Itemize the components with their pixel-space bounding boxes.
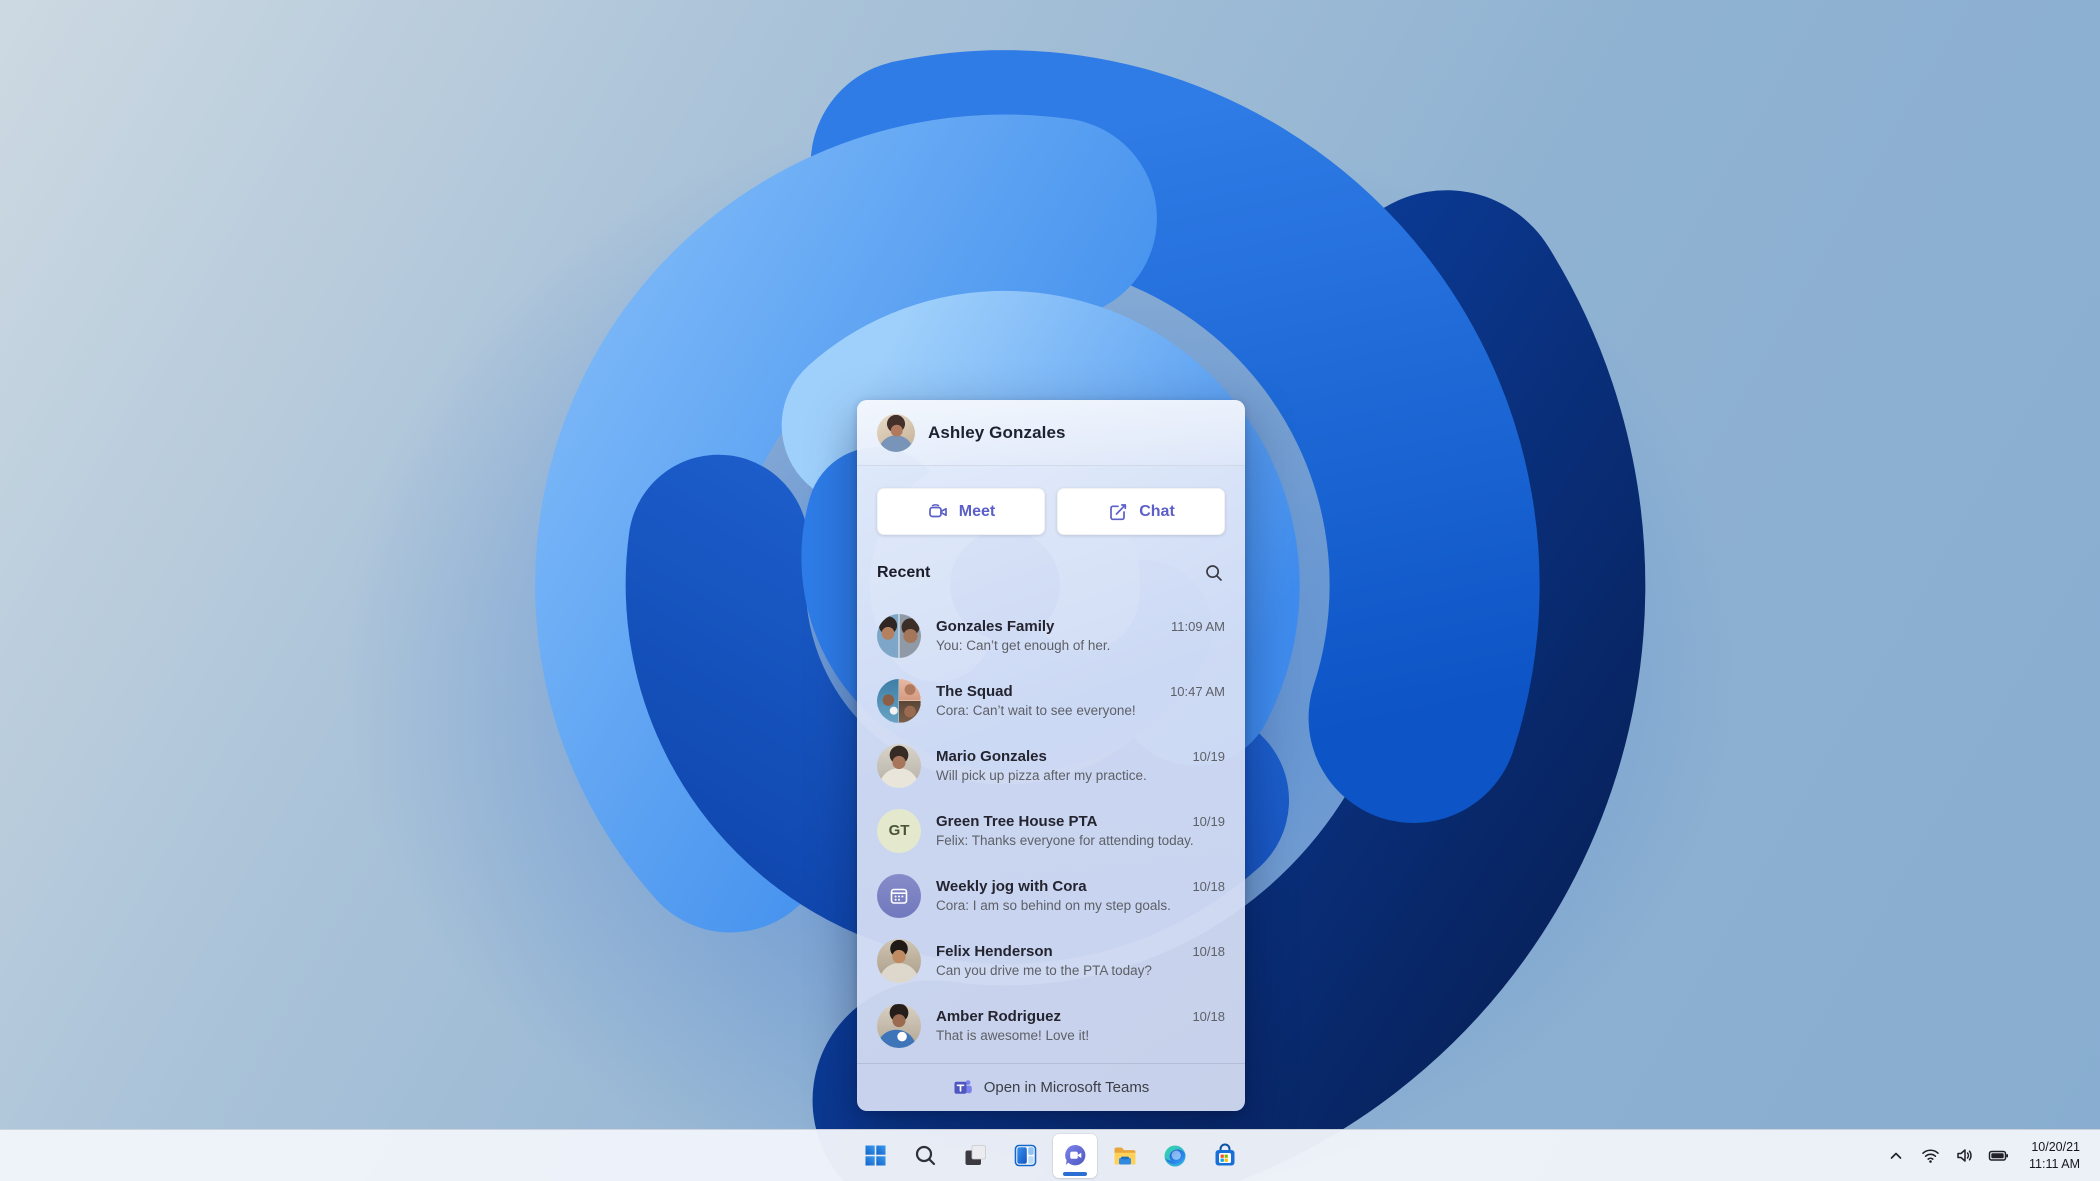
folder-icon	[1114, 1147, 1136, 1164]
conversation-row[interactable]: Amber Rodriguez 10/18 That is awesome! L…	[857, 993, 1245, 1058]
task-view-icon	[965, 1145, 986, 1165]
conversation-preview: Cora: Can’t wait to see everyone!	[936, 703, 1136, 718]
user-name: Ashley Gonzales	[928, 422, 1066, 442]
conversation-name: Green Tree House PTA	[936, 813, 1098, 830]
edge-button[interactable]	[1153, 1134, 1197, 1178]
show-hidden-icons-button[interactable]	[1881, 1136, 1911, 1176]
conversation-row[interactable]: Gonzales Family 11:09 AM You: Can’t get …	[857, 603, 1245, 668]
conversation-preview: Will pick up pizza after my practice.	[936, 768, 1147, 783]
calendar-icon	[890, 888, 908, 904]
teams-chat-flyout: Ashley Gonzales Meet Chat Recent Gonzale…	[857, 400, 1245, 1111]
taskbar-center	[853, 1133, 1247, 1178]
widgets-button[interactable]	[1003, 1134, 1047, 1178]
avatar-initials: GT	[888, 822, 910, 839]
teams-chat-icon	[1064, 1144, 1085, 1166]
conversation-avatar: GT	[877, 808, 921, 853]
conversation-avatar	[877, 743, 921, 788]
conversation-text: Weekly jog with Cora 10/18 Cora: I am so…	[936, 878, 1225, 913]
conversation-time: 10/18	[1192, 879, 1225, 894]
conversation-preview: That is awesome! Love it!	[936, 1028, 1090, 1043]
edge-icon	[1164, 1145, 1186, 1166]
recent-header: Recent	[877, 560, 1225, 586]
recent-label: Recent	[877, 564, 931, 581]
tray-time: 11:11 AM	[2029, 1156, 2080, 1171]
clock[interactable]: 10/20/21 11:11 AM	[2025, 1137, 2084, 1175]
network-status[interactable]	[1915, 1136, 1945, 1176]
meet-button-label: Meet	[958, 502, 996, 520]
conversation-row[interactable]: Mario Gonzales 10/19 Will pick up pizza …	[857, 733, 1245, 798]
conversation-name: Gonzales Family	[936, 618, 1055, 635]
conversation-avatar	[877, 873, 921, 918]
conversation-avatar	[877, 678, 921, 723]
conversation-avatar	[877, 613, 921, 658]
conversation-name: Mario Gonzales	[936, 748, 1047, 765]
conversation-preview: You: Can’t get enough of her.	[936, 638, 1111, 653]
file-explorer-button[interactable]	[1103, 1134, 1147, 1178]
compose-icon	[1110, 503, 1127, 520]
conversation-row[interactable]: GT Green Tree House PTA 10/19 Felix: Tha…	[857, 798, 1245, 863]
teams-chat-button[interactable]	[1053, 1133, 1097, 1178]
conversation-name: The Squad	[936, 683, 1013, 700]
conversation-text: Mario Gonzales 10/19 Will pick up pizza …	[936, 748, 1225, 783]
conversation-time: 10/19	[1192, 814, 1225, 829]
start-button[interactable]	[853, 1134, 897, 1178]
conversation-preview: Can you drive me to the PTA today?	[936, 963, 1152, 978]
conversation-text: Green Tree House PTA 10/19 Felix: Thanks…	[936, 813, 1225, 848]
wifi-icon	[1921, 1149, 1939, 1163]
widgets-icon	[1014, 1144, 1036, 1167]
conversation-time: 10/19	[1192, 749, 1225, 764]
store-icon	[1215, 1143, 1235, 1165]
chat-button[interactable]: Chat	[1057, 488, 1225, 535]
conversation-row[interactable]: Weekly jog with Cora 10/18 Cora: I am so…	[857, 863, 1245, 928]
chat-button-label: Chat	[1139, 502, 1175, 520]
search-icon[interactable]	[1203, 562, 1225, 584]
conversation-time: 10:47 AM	[1170, 684, 1225, 699]
conversation-row[interactable]: Felix Henderson 10/18 Can you drive me t…	[857, 928, 1245, 993]
conversation-avatar	[877, 1003, 921, 1048]
conversation-time: 10/18	[1192, 1009, 1225, 1024]
meet-button[interactable]: Meet	[877, 488, 1045, 535]
chevron-up-icon	[1890, 1152, 1902, 1159]
conversation-text: The Squad 10:47 AM Cora: Can’t wait to s…	[936, 683, 1225, 718]
battery-status[interactable]	[1983, 1136, 2013, 1176]
open-in-teams-button[interactable]: Open in Microsoft Teams	[857, 1063, 1245, 1111]
conversation-text: Felix Henderson 10/18 Can you drive me t…	[936, 943, 1225, 978]
flyout-actions: Meet Chat	[877, 488, 1225, 535]
battery-icon	[1988, 1150, 2008, 1161]
conversation-name: Weekly jog with Cora	[936, 878, 1087, 895]
task-view-button[interactable]	[953, 1134, 997, 1178]
video-camera-icon	[928, 503, 947, 517]
conversation-row[interactable]: The Squad 10:47 AM Cora: Can’t wait to s…	[857, 668, 1245, 733]
windows-logo-icon	[865, 1145, 885, 1166]
search-icon	[915, 1145, 935, 1166]
speaker-icon	[1956, 1149, 1972, 1162]
taskbar: 10/20/21 11:11 AM	[0, 1129, 2100, 1181]
conversation-text: Amber Rodriguez 10/18 That is awesome! L…	[936, 1008, 1225, 1043]
volume-status[interactable]	[1949, 1136, 1979, 1176]
conversation-name: Amber Rodriguez	[936, 1008, 1062, 1025]
conversation-list: Gonzales Family 11:09 AM You: Can’t get …	[857, 603, 1245, 1061]
conversation-preview: Felix: Thanks everyone for attending tod…	[936, 833, 1194, 848]
conversation-time: 11:09 AM	[1171, 619, 1225, 634]
conversation-avatar	[877, 938, 921, 983]
conversation-name: Felix Henderson	[936, 943, 1053, 960]
open-in-teams-label: Open in Microsoft Teams	[983, 1079, 1150, 1096]
store-button[interactable]	[1203, 1134, 1247, 1178]
conversation-time: 10/18	[1192, 944, 1225, 959]
user-avatar	[877, 413, 915, 452]
microsoft-teams-icon	[954, 1080, 972, 1094]
conversation-preview: Cora: I am so behind on my step goals.	[936, 898, 1171, 913]
flyout-header: Ashley Gonzales	[857, 400, 1245, 466]
search-button[interactable]	[903, 1134, 947, 1178]
system-tray: 10/20/21 11:11 AM	[1881, 1130, 2100, 1181]
tray-date: 10/20/21	[2031, 1139, 2080, 1154]
conversation-text: Gonzales Family 11:09 AM You: Can’t get …	[936, 618, 1225, 653]
